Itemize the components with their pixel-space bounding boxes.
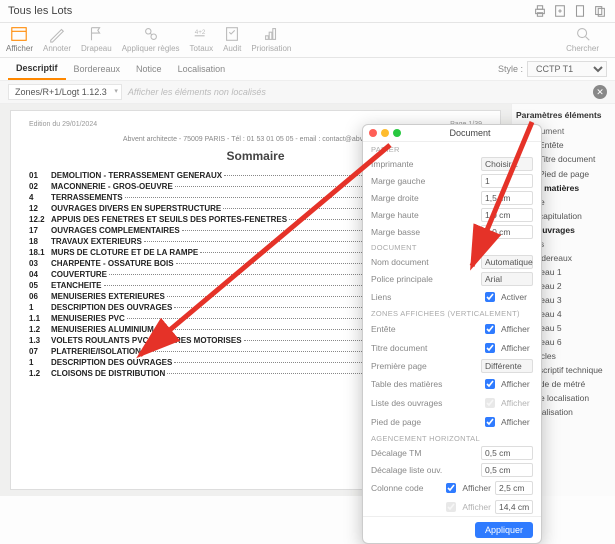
chk-tdm[interactable] <box>485 379 495 389</box>
lab-nomdoc: Nom document <box>371 257 477 267</box>
audit-button[interactable]: Audit <box>223 25 241 53</box>
zoom-icon[interactable] <box>393 129 401 137</box>
minimize-icon[interactable] <box>381 129 389 137</box>
svg-text:4+2: 4+2 <box>195 29 206 36</box>
choisir-button[interactable]: Choisir... <box>481 157 533 171</box>
sel-premiere[interactable]: Différente <box>481 359 533 373</box>
chk-entete[interactable] <box>485 324 495 334</box>
input-dtm[interactable] <box>481 446 533 460</box>
input-dlo[interactable] <box>481 463 533 477</box>
style-select[interactable]: CCTP T1 <box>527 61 607 77</box>
priorisation-button[interactable]: Priorisation <box>251 25 291 53</box>
lab-liens: Liens <box>371 292 477 302</box>
annoter-button[interactable]: Annoter <box>43 25 71 53</box>
lab-mg: Marge gauche <box>371 176 477 186</box>
lab-police: Police principale <box>371 274 477 284</box>
drapeau-button[interactable]: Drapeau <box>81 25 112 53</box>
regles-button[interactable]: Appliquer règles <box>122 25 180 53</box>
edition-date: Edition du 29/01/2024 <box>29 121 97 128</box>
page-icon[interactable] <box>573 4 587 18</box>
style-label: Style : <box>498 64 523 74</box>
input-md[interactable] <box>481 191 533 205</box>
lab-mh: Marge haute <box>371 210 477 220</box>
lab-imprimante: Imprimante <box>371 159 477 169</box>
chk-liens[interactable] <box>485 292 495 302</box>
export-icon[interactable] <box>553 4 567 18</box>
apply-button[interactable]: Appliquer <box>475 522 533 538</box>
sec-zones: ZONES AFFICHEES (VERTICALEMENT) <box>363 306 541 319</box>
afficher-button[interactable]: Afficher <box>6 25 33 53</box>
lab-tdm: Table des matières <box>371 379 477 389</box>
lab-entete: Entête <box>371 324 477 334</box>
clear-filter-icon[interactable]: ✕ <box>593 85 607 99</box>
chk-colu <box>446 502 456 512</box>
input-mg[interactable] <box>481 174 533 188</box>
lab-liste: Liste des ouvrages <box>371 398 477 408</box>
lab-premiere: Première page <box>371 361 477 371</box>
sec-document: DOCUMENT <box>363 240 541 253</box>
zone-selector[interactable]: Zones/R+1/Logt 1.12.3 <box>8 84 122 100</box>
input-colcode[interactable] <box>495 481 533 495</box>
lab-dlo: Décalage liste ouv. <box>371 465 477 475</box>
tab-notice[interactable]: Notice <box>128 59 170 79</box>
sec-agc: AGENCEMENT HORIZONTAL <box>363 431 541 444</box>
crumb-hint: Afficher les éléments non localisés <box>128 87 266 97</box>
tree-title: Paramètres éléments <box>514 108 613 124</box>
tab-localisation[interactable]: Localisation <box>170 59 234 79</box>
input-mh[interactable] <box>481 208 533 222</box>
chk-liste <box>485 398 495 408</box>
lab-dtm: Décalage TM <box>371 448 477 458</box>
window-title: Tous les Lots <box>8 5 72 17</box>
lab-pied: Pied de page <box>371 417 477 427</box>
sec-papier: PAPIER <box>363 142 541 155</box>
tab-bordereaux[interactable]: Bordereaux <box>66 59 129 79</box>
popup-title: Document <box>405 128 535 138</box>
copy-icon[interactable] <box>593 4 607 18</box>
chk-pied[interactable] <box>485 417 495 427</box>
sel-nomdoc[interactable]: Automatique <box>481 255 533 269</box>
lab-titredoc: Titre document <box>371 343 477 353</box>
chk-colcode[interactable] <box>446 483 456 493</box>
lab-md: Marge droite <box>371 193 477 203</box>
chk-titredoc[interactable] <box>485 343 495 353</box>
lab-mb: Marge basse <box>371 227 477 237</box>
close-icon[interactable] <box>369 129 377 137</box>
tab-descriptif[interactable]: Descriptif <box>8 58 66 80</box>
lab-colcode: Colonne code <box>371 483 438 493</box>
input-mb[interactable] <box>481 225 533 239</box>
chercher-button[interactable]: Chercher <box>566 25 599 53</box>
print-icon[interactable] <box>533 4 547 18</box>
input-colu[interactable] <box>495 500 533 514</box>
totaux-button[interactable]: 4+2Totaux <box>190 25 214 53</box>
document-popup: Document PAPIER Imprimante Choisir... Mar… <box>362 124 542 544</box>
sel-police[interactable]: Arial <box>481 272 533 286</box>
